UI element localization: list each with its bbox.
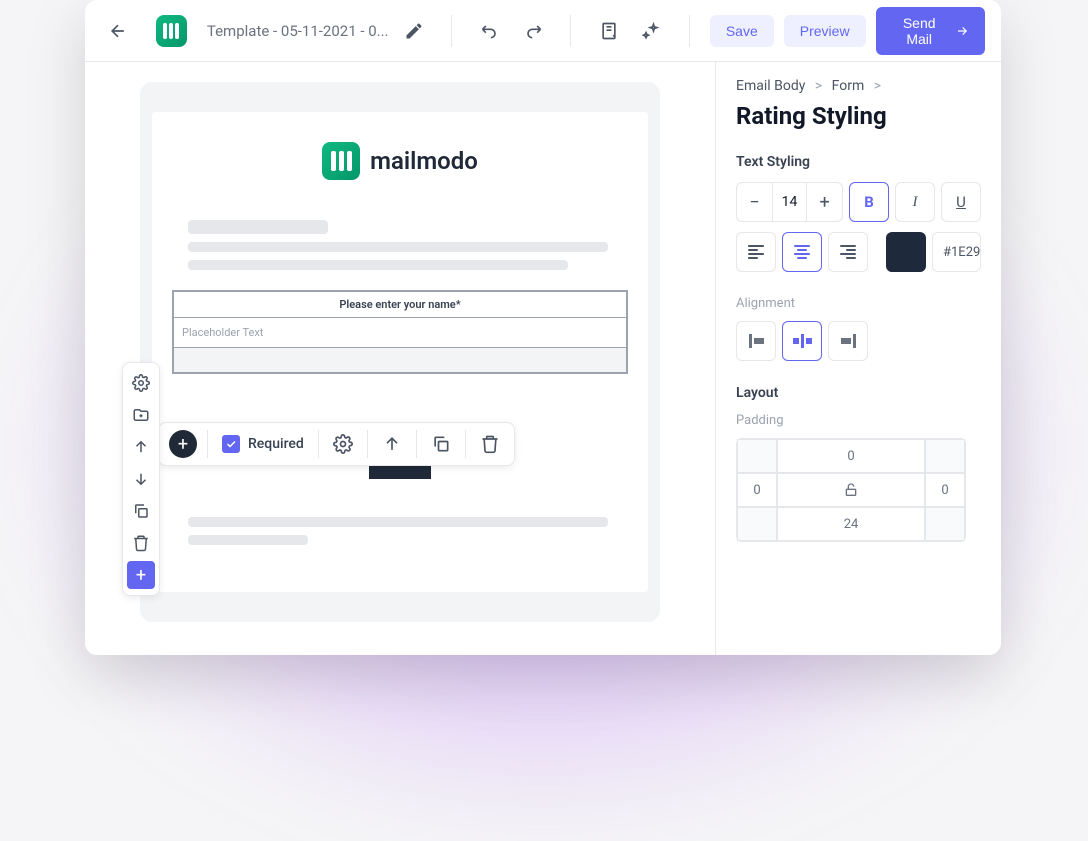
save-button[interactable]: Save [710, 15, 774, 47]
padding-top[interactable]: 0 [777, 439, 925, 473]
duplicate-icon[interactable] [127, 497, 155, 525]
magic-icon[interactable] [634, 13, 669, 49]
app-window: Template - 05-11-2021 - 0... Save Previe… [85, 0, 1001, 655]
padding-control[interactable]: 0 0 0 24 [736, 438, 966, 542]
email-canvas[interactable]: + mailmodo Please enter your name* Place… [140, 82, 660, 622]
topbar: Template - 05-11-2021 - 0... Save Previe… [85, 0, 1001, 62]
brand-name: mailmodo [370, 147, 478, 175]
font-size-stepper[interactable]: − 14 + [736, 182, 843, 222]
send-mail-label: Send Mail [892, 15, 947, 47]
chevron-right-icon: > [815, 78, 822, 94]
template-name[interactable]: Template - 05-11-2021 - 0... [207, 22, 389, 40]
padding-left[interactable]: 0 [737, 473, 777, 507]
bold-button[interactable]: B [849, 182, 889, 222]
settings-icon[interactable] [127, 369, 155, 397]
padding-right[interactable]: 0 [925, 473, 965, 507]
layout-section: Layout Padding 0 0 0 24 [736, 385, 981, 542]
increase-button[interactable]: + [807, 183, 842, 221]
arrow-right-icon [955, 23, 969, 39]
preview-button[interactable]: Preview [784, 15, 866, 47]
block-settings-icon[interactable] [319, 434, 367, 454]
color-hex-input[interactable]: #1E293B [932, 232, 981, 272]
text-styling-section: Text Styling − 14 + B I U [736, 154, 981, 272]
alignment-section: Alignment [736, 296, 981, 361]
required-toggle[interactable]: Required [208, 435, 318, 453]
back-button[interactable] [101, 13, 136, 49]
form-field-empty [174, 348, 626, 372]
font-size-value: 14 [772, 183, 807, 221]
send-mail-button[interactable]: Send Mail [876, 7, 985, 55]
canvas-inner: mailmodo Please enter your name* Placeho… [152, 112, 648, 592]
placeholder-line [188, 260, 568, 270]
valign-left-button[interactable] [736, 321, 776, 361]
align-right-button[interactable] [828, 232, 868, 272]
breadcrumb[interactable]: Email Body > Form > [736, 78, 981, 94]
form-field-label: Please enter your name* [174, 292, 626, 318]
chevron-right-icon: > [874, 78, 881, 94]
form-block[interactable]: Please enter your name* Placeholder Text [172, 290, 628, 374]
edit-name-icon[interactable] [397, 13, 432, 49]
placeholder-line [188, 242, 608, 252]
required-label: Required [248, 436, 304, 452]
block-move-up-icon[interactable] [368, 434, 416, 454]
redo-button[interactable] [515, 13, 550, 49]
move-up-icon[interactable] [127, 433, 155, 461]
side-toolbar: + [122, 362, 160, 596]
block-delete-icon[interactable] [466, 434, 514, 454]
placeholder-line [188, 535, 308, 545]
color-swatch[interactable] [886, 232, 926, 272]
add-element-button[interactable]: + [169, 430, 197, 458]
breadcrumb-item[interactable]: Form [832, 78, 865, 94]
align-center-button[interactable] [782, 232, 822, 272]
undo-button[interactable] [472, 13, 507, 49]
valign-center-button[interactable] [782, 321, 822, 361]
underline-button[interactable]: U [941, 182, 981, 222]
add-block-button[interactable]: + [127, 561, 155, 589]
form-field-input[interactable]: Placeholder Text [174, 318, 626, 348]
move-down-icon[interactable] [127, 465, 155, 493]
align-left-button[interactable] [736, 232, 776, 272]
section-label: Alignment [736, 296, 981, 311]
main: + mailmodo Please enter your name* Place… [85, 62, 1001, 655]
section-sublabel: Padding [736, 413, 981, 428]
placeholder-line [188, 220, 328, 234]
checkbox-icon [222, 435, 240, 453]
lock-icon[interactable] [777, 473, 925, 507]
block-duplicate-icon[interactable] [417, 434, 465, 454]
app-logo [156, 15, 187, 47]
breadcrumb-item[interactable]: Email Body [736, 78, 805, 94]
section-label: Layout [736, 385, 981, 401]
decrease-button[interactable]: − [737, 183, 772, 221]
italic-button[interactable]: I [895, 182, 935, 222]
block-toolbar: + Required [158, 422, 515, 466]
placeholder-line [188, 517, 608, 527]
panel-title: Rating Styling [736, 102, 981, 130]
delete-icon[interactable] [127, 529, 155, 557]
valign-right-button[interactable] [828, 321, 868, 361]
section-label: Text Styling [736, 154, 981, 170]
brand-header: mailmodo [172, 142, 628, 180]
properties-panel: Email Body > Form > Rating Styling Text … [715, 62, 1001, 655]
brand-logo-icon [322, 142, 360, 180]
folder-add-icon[interactable] [127, 401, 155, 429]
notes-icon[interactable] [591, 13, 626, 49]
canvas-area: + mailmodo Please enter your name* Place… [85, 62, 715, 655]
padding-bottom[interactable]: 24 [777, 507, 925, 541]
